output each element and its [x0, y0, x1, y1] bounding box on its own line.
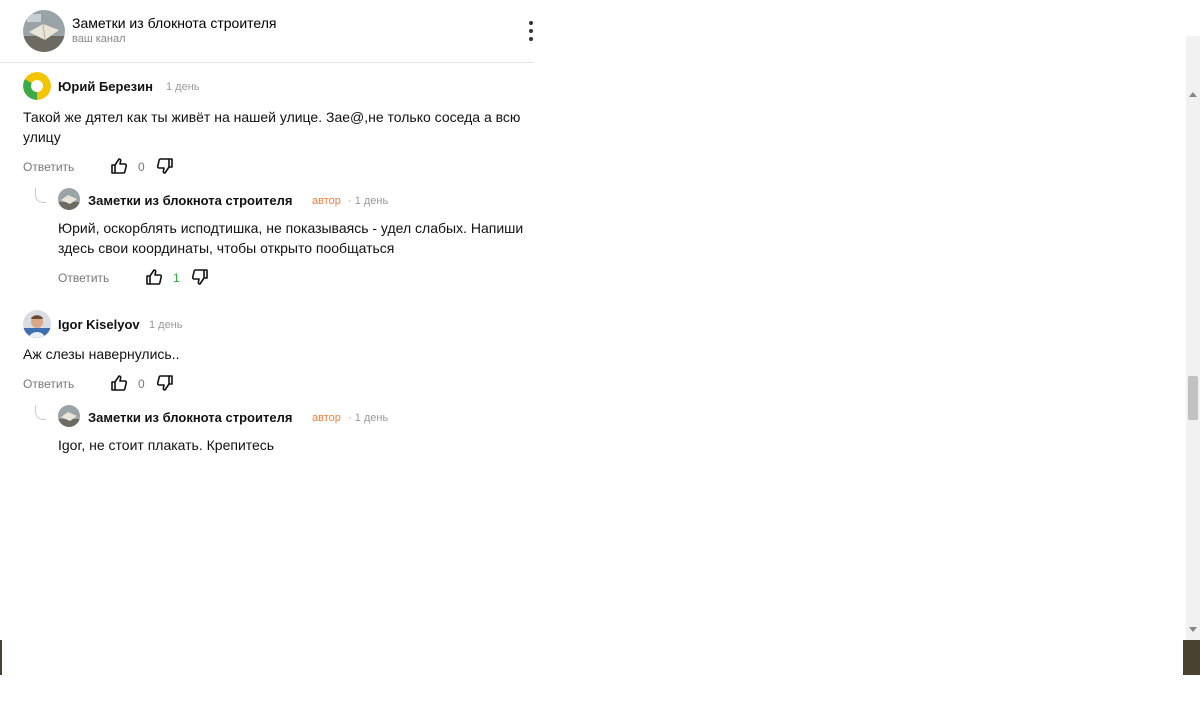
reply-author[interactable]: Заметки из блокнота строителя — [88, 410, 292, 425]
comment-text: Аж слезы навернулись.. — [23, 346, 180, 362]
avatar[interactable] — [58, 188, 80, 210]
more-vertical-icon[interactable] — [525, 21, 537, 41]
thumbs-down-icon[interactable] — [191, 268, 209, 286]
reply-actions: Ответить 1 — [58, 268, 218, 290]
background-edge — [1183, 640, 1200, 675]
comment-actions: Ответить 0 — [23, 374, 183, 396]
thread-line — [35, 405, 46, 420]
reply-button[interactable]: Ответить — [23, 160, 74, 174]
channel-avatar[interactable] — [23, 10, 65, 52]
reply-time: · 1 день — [348, 412, 389, 424]
comment: Igor Kiselyov 1 день Аж слезы навернулис… — [23, 310, 523, 400]
comment-time: 1 день — [149, 319, 183, 331]
scrollbar-top-gap — [1186, 0, 1200, 36]
comment: Юрий Березин 1 день Такой же дятел как т… — [23, 72, 523, 182]
comments-page: Заметки из блокнота строителя ваш канал — [0, 0, 1200, 703]
background-edge — [0, 640, 2, 675]
avatar[interactable] — [58, 405, 80, 427]
reply-time: · 1 день — [348, 195, 389, 207]
likes-count: 1 — [173, 271, 180, 285]
comments-panel: Заметки из блокнота строителя ваш канал — [0, 0, 534, 703]
channel-header: Заметки из блокнота строителя ваш канал — [0, 0, 534, 63]
avatar[interactable] — [23, 310, 51, 338]
reply-button[interactable]: Ответить — [23, 377, 74, 391]
scrollbar-thumb[interactable] — [1188, 376, 1198, 420]
thumbs-up-icon[interactable] — [145, 268, 163, 286]
scroll-down-icon[interactable] — [1189, 627, 1197, 632]
thumbs-down-icon[interactable] — [156, 157, 174, 175]
likes-count: 0 — [138, 377, 145, 391]
thumbs-up-icon[interactable] — [110, 374, 128, 392]
author-badge: автор — [312, 412, 341, 424]
reply-author[interactable]: Заметки из блокнота строителя — [88, 193, 292, 208]
channel-title[interactable]: Заметки из блокнота строителя — [72, 15, 276, 31]
author-badge: автор — [312, 195, 341, 207]
avatar[interactable] — [23, 72, 51, 100]
comment-actions: Ответить 0 — [23, 157, 183, 179]
likes-count: 0 — [138, 160, 145, 174]
scroll-up-icon[interactable] — [1189, 92, 1197, 97]
thumbs-up-icon[interactable] — [110, 157, 128, 175]
comment-text: Такой же дятел как ты живёт на нашей ули… — [23, 109, 521, 145]
channel-subtitle: ваш канал — [72, 33, 126, 45]
reply: Заметки из блокнота строителя автор · 1 … — [35, 405, 533, 465]
scrollbar[interactable] — [1186, 0, 1200, 640]
reply: Заметки из блокнота строителя автор · 1 … — [35, 188, 533, 298]
comment-author[interactable]: Юрий Березин — [58, 79, 153, 94]
thread-line — [35, 188, 46, 203]
thumbs-down-icon[interactable] — [156, 374, 174, 392]
comment-author[interactable]: Igor Kiselyov — [58, 317, 140, 332]
reply-text: Юрий, оскорблять исподтишка, не показыва… — [58, 220, 524, 256]
comment-time: 1 день — [166, 81, 200, 93]
reply-text: Igor, не стоит плакать. Крепитесь — [58, 437, 275, 453]
reply-button[interactable]: Ответить — [58, 271, 109, 285]
